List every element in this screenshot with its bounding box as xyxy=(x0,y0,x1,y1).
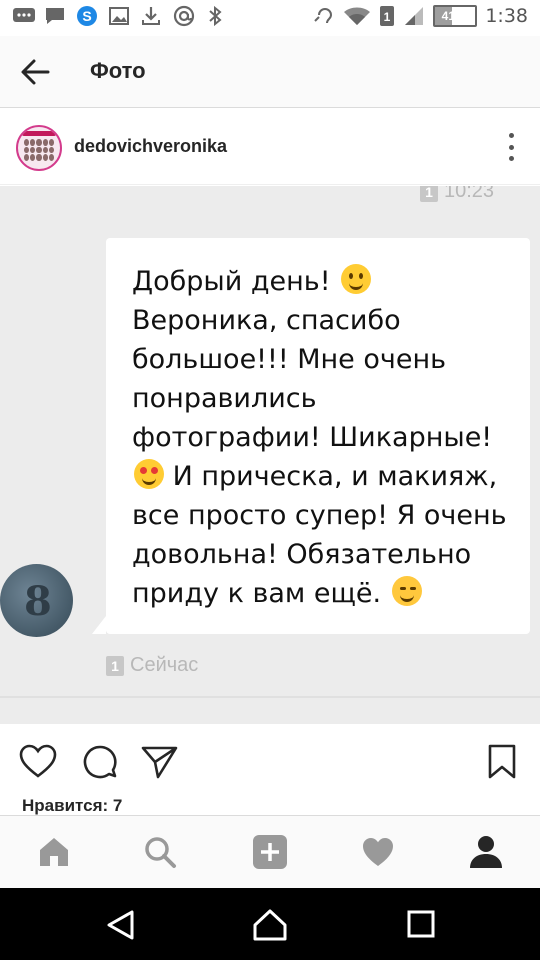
battery-percent: 41 % xyxy=(441,9,469,23)
download-icon xyxy=(140,5,162,27)
post-photo[interactable]: 1 10:23 Добрый день! Вероника, спасибо б… xyxy=(0,186,540,724)
search-icon xyxy=(145,837,176,868)
message-time: 10:23 xyxy=(444,186,495,202)
tab-activity[interactable] xyxy=(360,834,396,870)
share-button[interactable] xyxy=(140,742,180,782)
at-icon xyxy=(172,5,195,27)
back-triangle-icon xyxy=(107,910,134,940)
chat-avatar-glyph: 8 xyxy=(24,578,52,625)
add-icon xyxy=(253,835,287,869)
nav-home-button[interactable] xyxy=(252,908,288,942)
home-circle-icon xyxy=(253,909,287,941)
home-icon xyxy=(40,838,68,866)
bluetooth-off-icon xyxy=(204,5,226,27)
user-avatar[interactable] xyxy=(16,125,62,171)
bookmark-button[interactable] xyxy=(482,742,522,782)
post-actions: Нравится: 7 xyxy=(0,724,540,816)
activity-heart-icon xyxy=(363,838,393,866)
comment-button[interactable] xyxy=(80,742,120,782)
profile-icon xyxy=(470,836,502,868)
skype-icon: S xyxy=(76,5,98,27)
likes-count[interactable]: Нравится: 7 xyxy=(22,796,122,816)
bubble-tail xyxy=(92,616,106,634)
tab-add[interactable] xyxy=(252,834,288,870)
message-line-2: Вероника, спасибо большое!!! Мне очень п… xyxy=(132,305,493,453)
chat-avatar: 8 xyxy=(0,564,73,637)
hearing-aid-icon xyxy=(313,5,335,27)
recents-square-icon xyxy=(407,910,435,938)
unread-count-badge: 1 xyxy=(420,186,438,202)
username-link[interactable]: dedovichveronika xyxy=(74,136,227,157)
avatar-banner xyxy=(22,131,56,136)
app-header: Фото xyxy=(0,36,540,108)
arrow-left-icon xyxy=(21,59,50,85)
nav-back-button[interactable] xyxy=(104,908,140,942)
bookmark-icon xyxy=(488,744,516,779)
signal-icon xyxy=(403,5,425,27)
blush-emoji xyxy=(391,576,422,606)
smile-emoji xyxy=(341,264,372,294)
wifi-icon xyxy=(343,5,371,27)
sent-count-badge: 1 xyxy=(106,655,124,676)
android-nav-bar xyxy=(0,888,540,960)
message-meta-bottom: 1 Сейчас xyxy=(106,654,198,677)
message-line-3: И прическа, и макияж, все просто супер! … xyxy=(132,461,507,609)
status-bar: S 1 41 % 1:38 xyxy=(0,0,540,36)
photo-divider xyxy=(0,696,540,698)
avatar-collage xyxy=(24,139,54,161)
more-vertical-icon xyxy=(508,133,514,138)
tab-search[interactable] xyxy=(142,834,178,870)
image-icon xyxy=(108,5,130,27)
tab-profile[interactable] xyxy=(468,834,504,870)
bottom-tab-bar xyxy=(0,815,540,888)
message-status: Сейчас xyxy=(130,654,199,676)
message-icon xyxy=(12,5,35,27)
post-header: dedovichveronika xyxy=(0,109,540,185)
heart-eyes-emoji xyxy=(134,459,164,489)
sim-icon: 1 xyxy=(379,5,395,27)
message-text: Добрый день! Вероника, спасибо большое!!… xyxy=(132,262,512,613)
chat-icon xyxy=(44,5,66,27)
status-bar-system: 1 41 % 1:38 xyxy=(313,5,528,27)
svg-text:1: 1 xyxy=(384,10,391,24)
page-title: Фото xyxy=(90,58,146,83)
like-button[interactable] xyxy=(18,742,58,782)
nav-recents-button[interactable] xyxy=(404,908,440,942)
heart-icon xyxy=(19,744,57,778)
battery-icon: 41 % xyxy=(433,5,478,27)
share-icon xyxy=(141,746,178,779)
tab-home[interactable] xyxy=(36,834,72,870)
svg-text:S: S xyxy=(82,8,91,24)
back-button[interactable] xyxy=(18,56,52,88)
status-bar-notifications: S xyxy=(12,5,226,27)
status-time: 1:38 xyxy=(485,5,528,27)
message-meta-top: 1 10:23 xyxy=(420,186,494,203)
message-line-1: Добрый день! xyxy=(132,266,340,297)
message-bubble: Добрый день! Вероника, спасибо большое!!… xyxy=(106,238,530,634)
more-options-button[interactable] xyxy=(506,133,516,161)
comment-icon xyxy=(83,745,117,779)
